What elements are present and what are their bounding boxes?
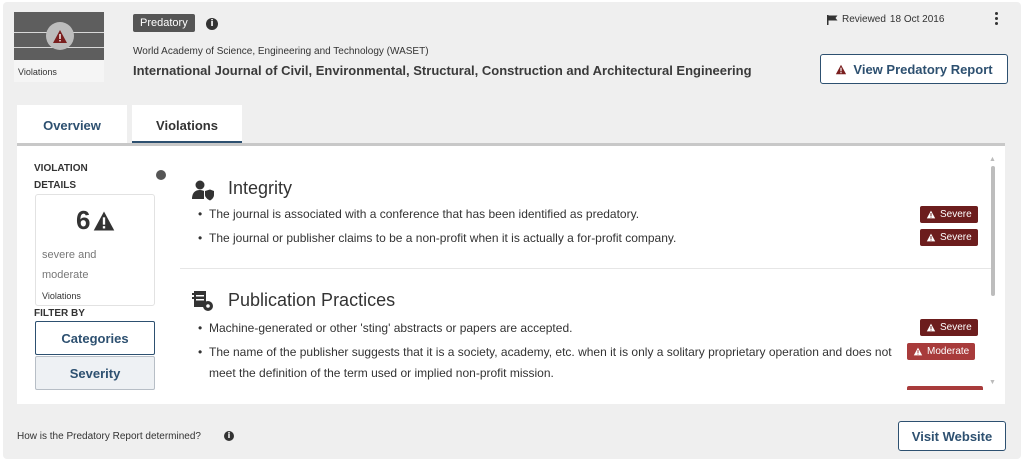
severity-badge-label: Severe [940,209,972,220]
warning-icon [926,233,936,242]
violation-item: The journal or publisher claims to be a … [198,228,908,249]
severity-badge: Severe [920,319,978,336]
section-title-integrity: Integrity [228,178,293,198]
info-icon[interactable]: i [206,18,218,30]
violation-item: The name of the publisher suggests that … [198,342,908,384]
severity-badge-label: Severe [940,232,972,243]
visit-website-button[interactable]: Visit Website [898,421,1006,451]
tab-overview[interactable]: Overview [17,105,127,145]
section-divider [180,268,995,269]
scroll-down-arrow-icon[interactable]: ▼ [989,379,996,386]
reviewed-label: Reviewed [842,14,886,25]
scroll-up-arrow-icon[interactable]: ▲ [989,156,996,163]
filter-categories-button[interactable]: Categories [35,321,155,355]
status-badge: Predatory [133,14,195,32]
warning-icon [926,323,936,332]
user-shield-icon [192,180,214,201]
violation-item: The journal is associated with a confere… [198,204,908,225]
violation-count-caption: Violations [42,291,81,301]
violation-count-value: 6 [76,205,91,235]
violations-panel: VIOLATION DETAILS 6 severe and moderate … [17,146,1005,404]
severity-badge: Moderate [907,343,976,360]
warning-icon [46,22,74,50]
tab-violations[interactable]: Violations [132,105,242,145]
violation-item: Machine-generated or other 'sting' abstr… [198,318,908,339]
scrollbar-thumb[interactable] [991,166,995,296]
violation-count: 6 [76,205,116,236]
section-title-publication-practices: Publication Practices [228,290,396,310]
severity-badge: Severe [920,206,978,223]
info-icon[interactable] [156,170,166,180]
info-icon[interactable]: i [224,431,234,441]
publisher-name: World Academy of Science, Engineering an… [133,46,429,57]
warning-icon [913,347,923,356]
document-gear-icon [192,291,213,311]
filter-severity-button[interactable]: Severity [35,356,155,390]
view-predatory-report-button[interactable]: View Predatory Report [820,54,1008,84]
violation-details-title: VIOLATION DETAILS [34,163,88,191]
violation-count-description: severe and moderate [42,249,97,281]
severity-badge: Severe [920,229,978,246]
journal-title: International Journal of Civil, Environm… [133,63,752,78]
severity-badge-label: Severe [940,322,972,333]
view-predatory-report-label: View Predatory Report [853,61,993,77]
reviewed-date: 18 Oct 2016 [889,14,945,25]
warning-icon [836,64,847,74]
filter-by-label: FILTER BY [34,308,85,319]
severity-badge [907,386,983,390]
violations-thumbnail: Violations [14,12,104,82]
predatory-report-question[interactable]: How is the Predatory Report determined? [17,431,201,442]
violation-count-box: 6 severe and moderate Violations [35,194,155,306]
warning-icon [926,210,936,219]
reviewed-status: Reviewed 18 Oct 2016 [827,14,944,25]
warning-icon [94,210,115,231]
more-options-icon[interactable] [993,12,999,28]
severity-badge-label: Moderate [927,346,970,357]
predatory-report-question-label: How is the Predatory Report determined? [17,431,201,442]
thumbnail-caption: Violations [14,60,104,82]
flag-icon [827,14,838,25]
